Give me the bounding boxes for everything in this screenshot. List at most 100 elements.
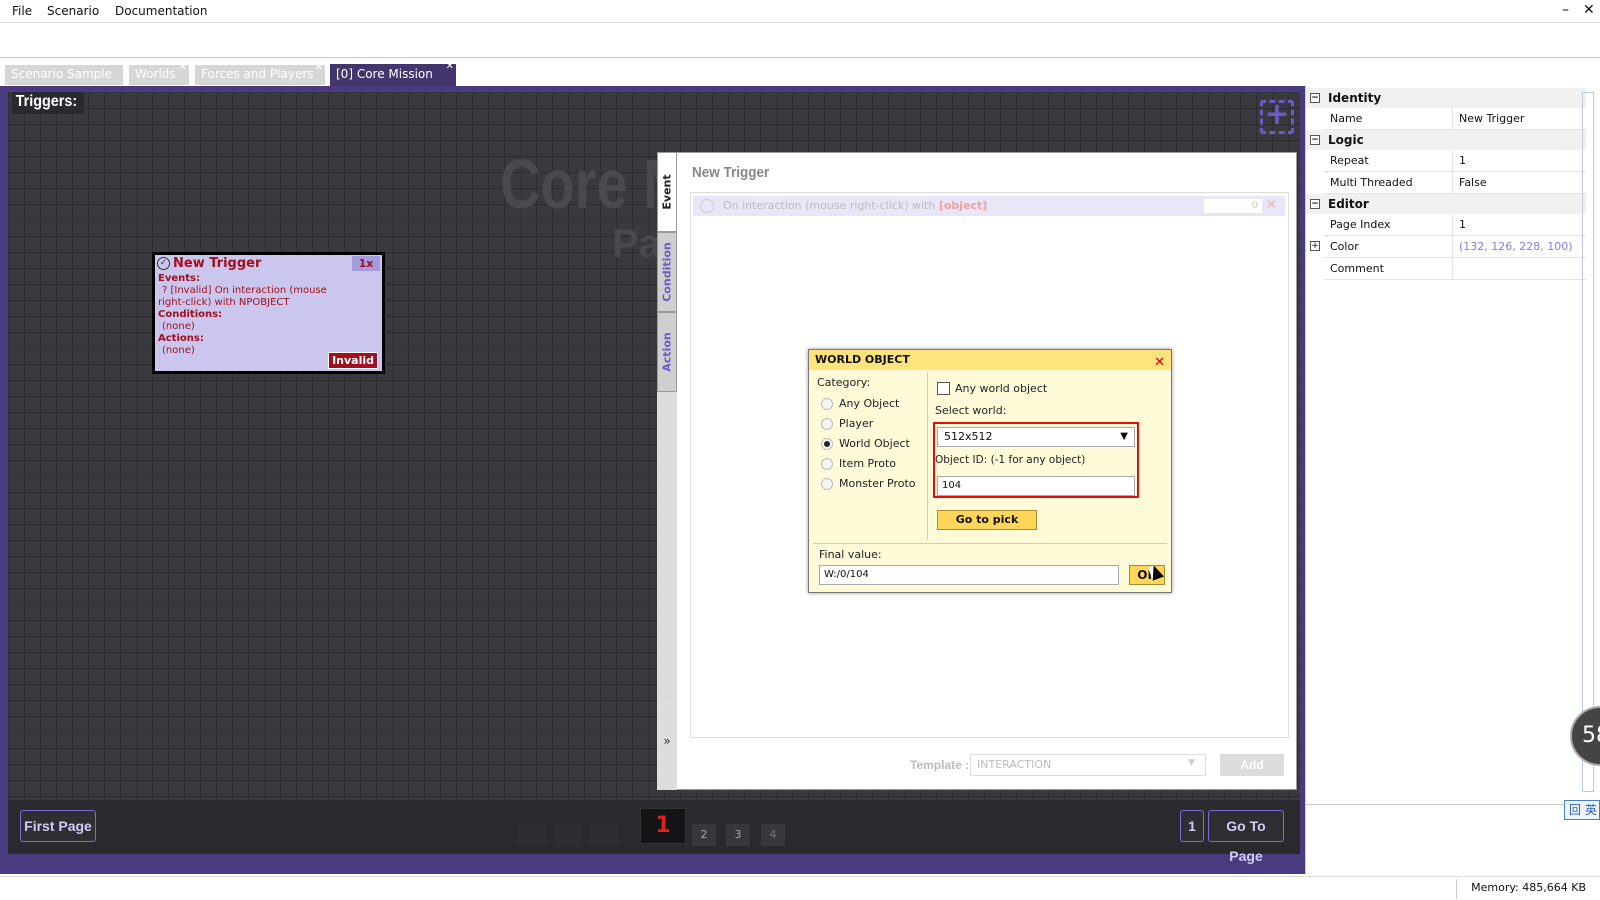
tab-strip: Scenario Sample Worlds ✕ Forces and Playe… xyxy=(0,58,1600,86)
tab-worlds[interactable]: Worlds ✕ xyxy=(129,62,189,85)
category-label: Identity xyxy=(1328,91,1382,105)
any-world-label: Any world object xyxy=(955,382,1048,395)
menu-documentation[interactable]: Documentation xyxy=(115,4,208,18)
event-count[interactable]: 0 xyxy=(1204,199,1262,213)
page-slot xyxy=(590,824,618,846)
prop-row-name[interactable]: Name New Trigger xyxy=(1324,108,1586,130)
event-line: right-click) with NPOBJECT xyxy=(158,297,290,308)
tab-label: Scenario Sample xyxy=(11,67,112,81)
prop-value[interactable] xyxy=(1452,258,1586,280)
prop-value[interactable]: 1 xyxy=(1452,214,1586,236)
tab-action-label: Action xyxy=(660,332,674,372)
radio-monster-proto[interactable] xyxy=(821,478,833,490)
prop-row-comment[interactable]: Comment xyxy=(1324,258,1586,280)
radio-world-object[interactable] xyxy=(821,438,833,450)
check-icon: ✓ xyxy=(157,257,170,270)
prop-name: Comment xyxy=(1330,262,1384,275)
dialog-title: WORLD OBJECT ✕ xyxy=(809,350,1171,370)
collapse-icon[interactable]: » xyxy=(657,700,677,790)
tab-action[interactable]: Action xyxy=(657,312,677,392)
page-slot xyxy=(554,824,582,846)
template-select[interactable]: INTERACTION xyxy=(970,754,1206,776)
page-button-2[interactable]: 2 xyxy=(692,824,716,846)
prop-row-page-index[interactable]: Page Index 1 xyxy=(1324,214,1586,236)
go-to-page-button[interactable]: Go To Page xyxy=(1208,810,1284,864)
prop-value[interactable]: False xyxy=(1452,172,1586,194)
chevron-down-icon[interactable]: ▼ xyxy=(1188,758,1195,768)
radio-label: Any Object xyxy=(839,397,900,410)
expand-icon[interactable]: + xyxy=(1310,241,1320,251)
prop-value[interactable]: New Trigger xyxy=(1452,108,1586,130)
tab-condition-label: Condition xyxy=(660,242,674,302)
page-bar: First Page 1 2 3 4 1 Go To Page xyxy=(8,800,1300,864)
template-label: Template : xyxy=(910,758,970,772)
category-editor[interactable]: − Editor xyxy=(1306,194,1586,214)
radio-any-object[interactable] xyxy=(821,398,833,410)
page-number-input[interactable]: 1 xyxy=(1180,810,1204,842)
tab-core-mission[interactable]: [0] Core Mission ✕ xyxy=(330,61,456,86)
trigger-card-header: ✓ New Trigger 1x xyxy=(155,255,382,272)
tab-scenario-sample[interactable]: Scenario Sample xyxy=(5,65,123,85)
dialog-title-text: WORLD OBJECT xyxy=(815,353,910,366)
ime-indicator[interactable]: 回 英 xyxy=(1564,800,1600,820)
menu-scenario[interactable]: Scenario xyxy=(47,4,99,18)
object-id-input[interactable]: 104 xyxy=(937,476,1135,496)
add-button[interactable]: Add xyxy=(1220,754,1284,776)
page-button-3[interactable]: 3 xyxy=(726,824,750,846)
divider xyxy=(813,543,1167,544)
close-icon[interactable]: ✕ xyxy=(179,62,187,73)
editor-side-tabs: Event Condition Action xyxy=(657,152,677,790)
page-button-4[interactable]: 4 xyxy=(761,824,785,846)
radio-item-proto[interactable] xyxy=(821,458,833,470)
menu-file[interactable]: File xyxy=(12,4,32,18)
prop-row-color[interactable]: + Color (132, 126, 228, 100) xyxy=(1310,236,1586,258)
category-logic[interactable]: − Logic xyxy=(1306,130,1586,150)
tab-condition[interactable]: Condition xyxy=(657,232,677,312)
prop-name: Multi Threaded xyxy=(1330,176,1413,189)
close-window-button[interactable]: ✕ xyxy=(1583,2,1595,18)
category-label: Category: xyxy=(817,376,871,389)
divider xyxy=(1305,804,1587,805)
final-value-input[interactable]: W:/0/104 xyxy=(819,565,1119,585)
current-page[interactable]: 1 xyxy=(640,808,686,844)
close-icon[interactable]: ✕ xyxy=(1154,353,1165,373)
minimize-button[interactable]: – xyxy=(1562,2,1569,18)
prop-value[interactable]: (132, 126, 228, 100) xyxy=(1452,236,1586,258)
property-grid: − Identity Name New Trigger − Logic Repeat 1… xyxy=(1305,86,1600,874)
first-page-button[interactable]: First Page xyxy=(20,810,96,842)
remove-event-icon[interactable]: ✕ xyxy=(1266,198,1277,213)
prop-name: Color xyxy=(1330,240,1359,253)
event-object[interactable]: [object] xyxy=(939,199,988,212)
event-line: ? [Invalid] On interaction (mouse xyxy=(162,285,327,296)
tab-event[interactable]: Event xyxy=(657,152,677,232)
add-trigger-icon[interactable]: + xyxy=(1260,100,1294,134)
prop-row-repeat[interactable]: Repeat 1 xyxy=(1324,150,1586,172)
final-value-label: Final value: xyxy=(819,548,882,561)
prop-name: Repeat xyxy=(1330,154,1369,167)
tab-forces-and-players[interactable]: Forces and Players ✕ xyxy=(195,62,325,85)
repeat-badge: 1x xyxy=(352,256,380,271)
prop-value[interactable]: 1 xyxy=(1452,150,1586,172)
editor-title: New Trigger xyxy=(692,164,770,181)
radio-player[interactable] xyxy=(821,418,833,430)
trigger-card-title: New Trigger xyxy=(173,256,262,271)
event-row[interactable]: On interaction (mouse right-click) with … xyxy=(693,196,1285,216)
triggers-label: Triggers: xyxy=(12,92,84,114)
collapse-icon[interactable]: − xyxy=(1310,135,1320,145)
scrollbar[interactable] xyxy=(1582,92,1594,792)
actions-label: Actions: xyxy=(158,333,204,344)
world-select-value: 512x512 xyxy=(944,430,993,443)
any-world-checkbox[interactable] xyxy=(937,382,950,395)
world-select[interactable]: 512x512 ▼ xyxy=(937,427,1135,447)
collapse-icon[interactable]: − xyxy=(1310,199,1320,209)
divider xyxy=(927,372,928,540)
close-icon[interactable]: ✕ xyxy=(446,61,454,72)
category-identity[interactable]: − Identity xyxy=(1306,88,1586,108)
prop-row-multithreaded[interactable]: Multi Threaded False xyxy=(1324,172,1586,194)
tab-label: Forces and Players xyxy=(201,67,314,81)
close-icon[interactable]: ✕ xyxy=(315,62,323,73)
tab-event-label: Event xyxy=(660,174,674,210)
go-to-pick-button[interactable]: Go to pick xyxy=(937,510,1037,530)
collapse-icon[interactable]: − xyxy=(1310,93,1320,103)
trigger-card[interactable]: ✓ New Trigger 1x Events: ? [Invalid] On … xyxy=(152,252,385,374)
